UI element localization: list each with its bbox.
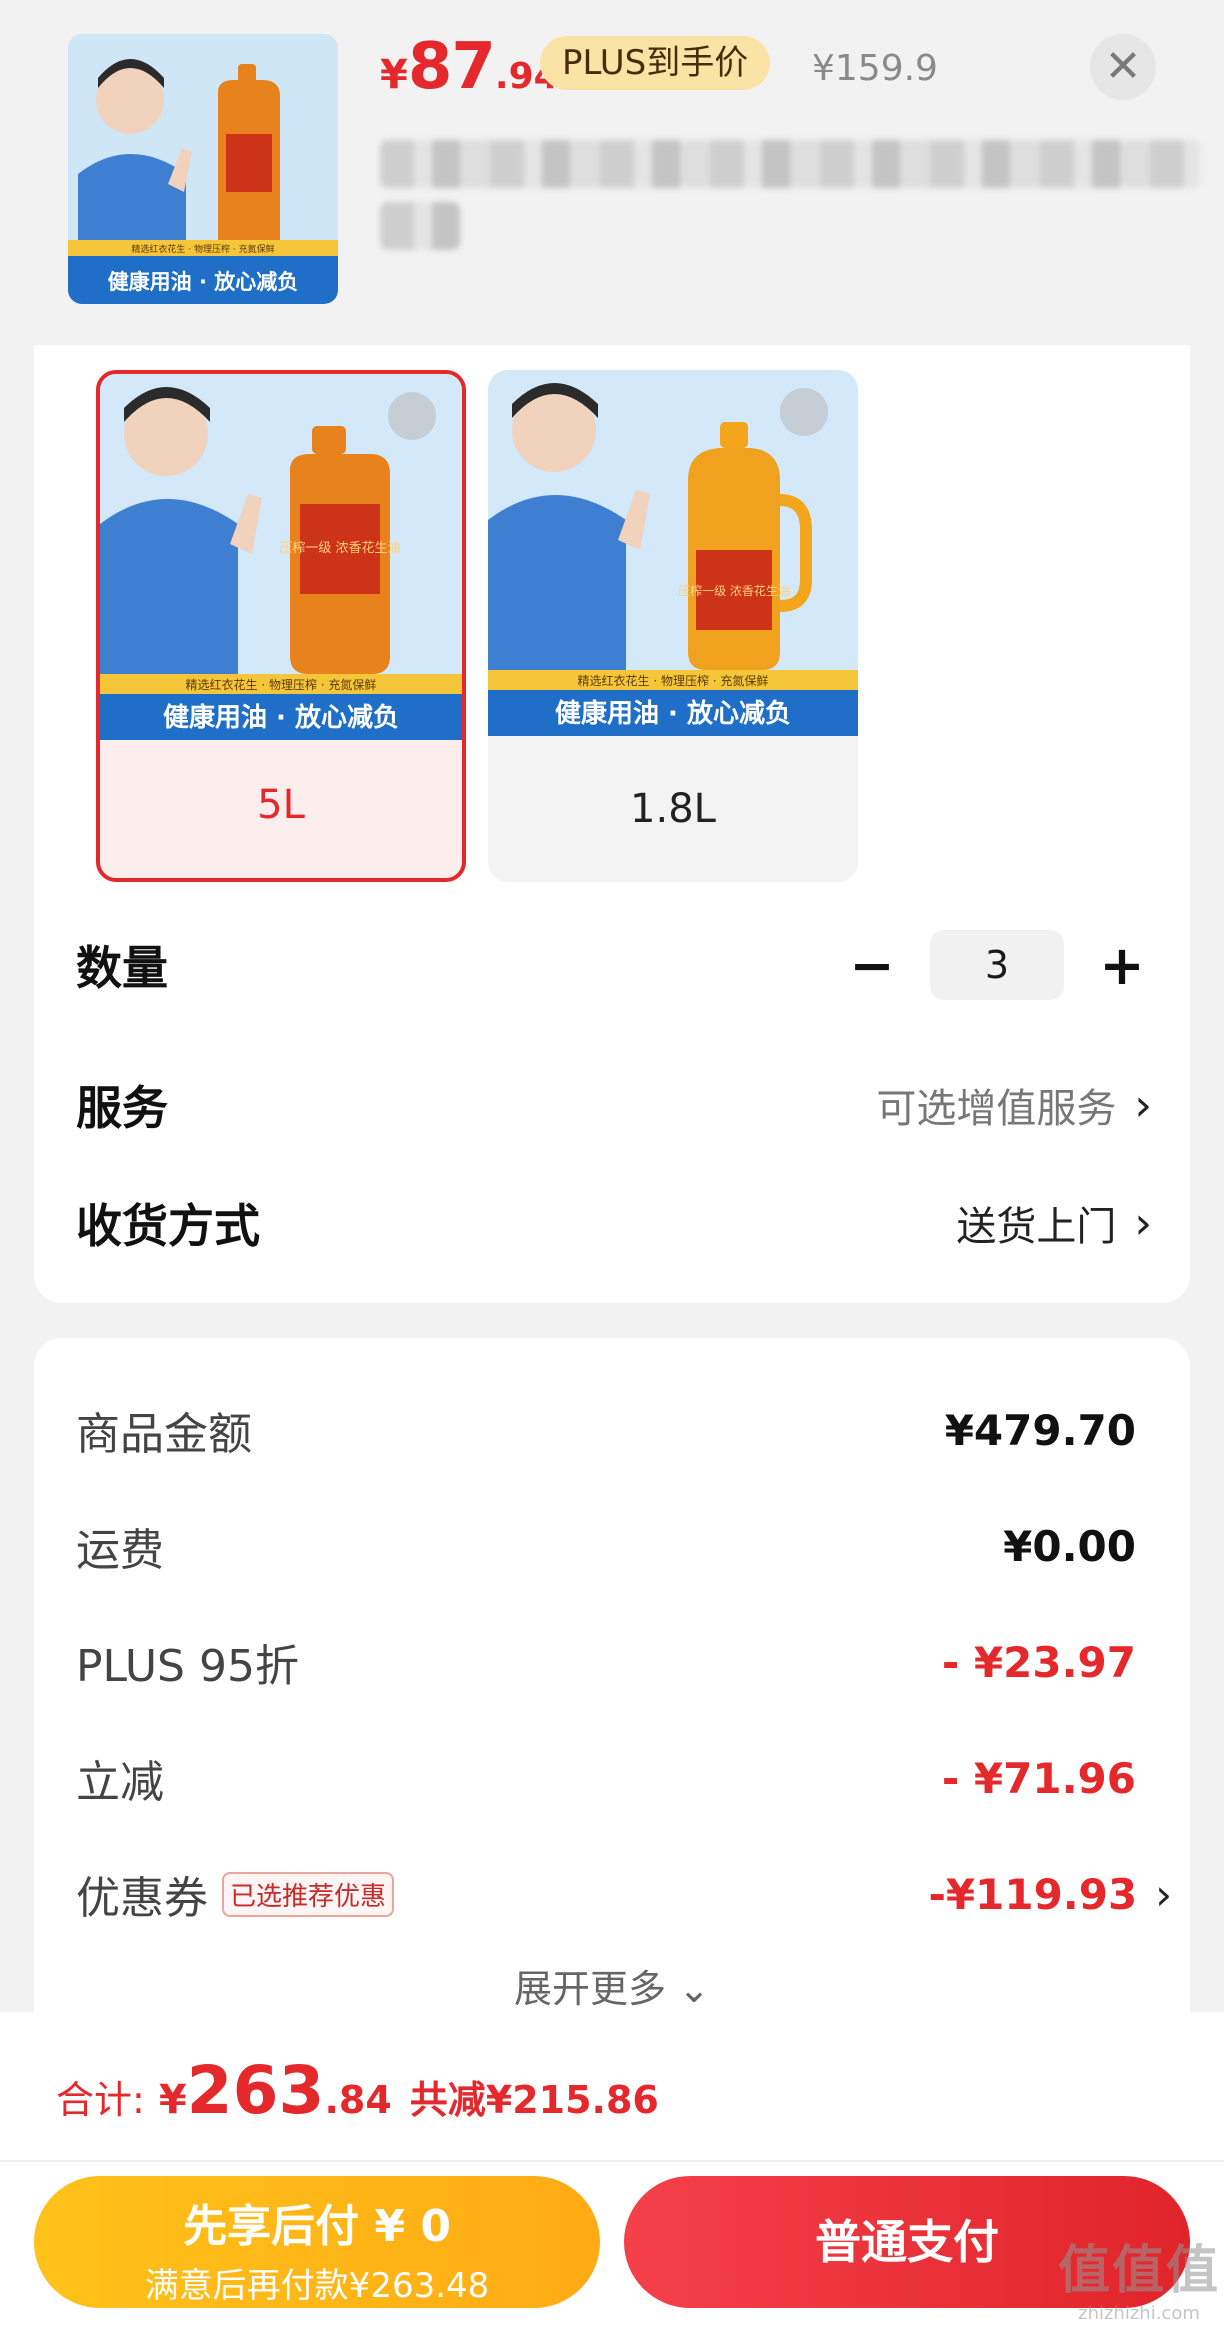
coupon-tag: 已选推荐优惠 — [222, 1871, 395, 1917]
expand-icon[interactable] — [388, 392, 436, 440]
pay-later-title: 先享后付 ¥ 0 — [183, 2201, 451, 2252]
instant-discount-row: 立减 - ¥71.96 — [76, 1746, 1136, 1810]
total-label: 合计: — [56, 2078, 145, 2122]
product-header: 精选红衣花生 · 物理压榨 · 充氮保鲜 健康用油 · 放心减负 ¥ 87 .9… — [0, 0, 1224, 345]
variant-sub-text: 精选红衣花生 · 物理压榨 · 充氮保鲜 — [578, 673, 769, 688]
variant-5l[interactable]: 精选红衣花生 · 物理压榨 · 充氮保鲜 健康用油 · 放心减负 压榨一级 浓香… — [96, 370, 466, 882]
watermark-main: 值值值 — [1058, 2241, 1221, 2301]
plus-discount-row: PLUS 95折 - ¥23.97 — [76, 1630, 1136, 1694]
expand-more-link[interactable]: 展开更多 ⌄ — [34, 1958, 1190, 2013]
total-integer: 263 — [186, 2052, 325, 2129]
chevron-right-icon: › — [1134, 1079, 1152, 1131]
variant-sub-text: 精选红衣花生 · 物理压榨 · 充氮保鲜 — [186, 677, 377, 692]
total-decimal: .84 — [324, 2078, 392, 2122]
coupon-label: 优惠券 — [76, 1873, 208, 1924]
product-title-blurred — [380, 140, 1200, 250]
thumbnail-sub-text: 精选红衣花生 · 物理压榨 · 充氮保鲜 — [131, 243, 274, 255]
current-price: ¥ 87 .94 — [380, 30, 559, 104]
chevron-right-icon: › — [1134, 1197, 1152, 1249]
total-saved: 共减¥215.86 — [409, 2078, 659, 2122]
service-value: 可选增值服务 — [876, 1086, 1117, 1132]
close-icon: ✕ — [1104, 41, 1142, 92]
plus-price-badge: PLUS到手价 — [540, 36, 771, 90]
price-currency: ¥ — [380, 52, 408, 98]
shipping-row: 运费 ¥0.00 — [76, 1514, 1136, 1578]
coupon-row[interactable]: 优惠券 已选推荐优惠 -¥119.93 › — [76, 1862, 1172, 1926]
quantity-stepper: − 3 + — [842, 930, 1152, 1000]
close-button[interactable]: ✕ — [1090, 34, 1156, 100]
quantity-input[interactable]: 3 — [930, 930, 1064, 1000]
delivery-value: 送货上门 — [956, 1204, 1117, 1250]
variant-banner-text: 健康用油 · 放心减负 — [163, 702, 399, 733]
delivery-row[interactable]: 收货方式 送货上门 › — [76, 1190, 1152, 1256]
plus-discount-value: - ¥23.97 — [941, 1637, 1136, 1687]
chevron-right-icon: › — [1155, 1869, 1172, 1919]
goods-amount-row: 商品金额 ¥479.70 — [76, 1398, 1136, 1462]
product-thumbnail: 精选红衣花生 · 物理压榨 · 充氮保鲜 健康用油 · 放心减负 — [68, 34, 338, 304]
expand-icon[interactable] — [780, 388, 828, 436]
instant-discount-value: - ¥71.96 — [941, 1753, 1136, 1803]
thumbnail-banner-text: 健康用油 · 放心减负 — [108, 270, 299, 294]
bottle-label: 压榨一级 浓香花生油 — [279, 540, 400, 556]
payment-bar: 先享后付 ¥ 0 满意后再付款¥263.48 普通支付 — [0, 2162, 1224, 2325]
variant-banner-text: 健康用油 · 放心减负 — [555, 698, 791, 729]
delivery-label: 收货方式 — [76, 1199, 260, 1253]
site-watermark: 值值值 zhizhizhi.com — [1058, 2228, 1220, 2324]
coupon-value: -¥119.93 — [928, 1869, 1138, 1919]
variant-1-8l[interactable]: 精选红衣花生 · 物理压榨 · 充氮保鲜 健康用油 · 放心减负 压榨一级 浓香… — [488, 370, 858, 882]
watermark-sub: zhizhizhi.com — [1078, 2303, 1200, 2324]
shipping-value: ¥0.00 — [1003, 1521, 1136, 1571]
decrease-button[interactable]: − — [842, 934, 902, 997]
variant-label: 5L — [257, 782, 305, 828]
instant-discount-label: 立减 — [76, 1757, 164, 1808]
fee-breakdown-card: 商品金额 ¥479.70 运费 ¥0.00 PLUS 95折 - ¥23.97 … — [34, 1338, 1190, 2018]
quantity-row: 数量 − 3 + — [76, 930, 1152, 1000]
service-label: 服务 — [76, 1081, 168, 1135]
original-price: ¥159.9 — [812, 48, 938, 89]
plus-discount-label: PLUS 95折 — [76, 1641, 299, 1692]
goods-amount-label: 商品金额 — [76, 1409, 252, 1460]
increase-button[interactable]: + — [1092, 934, 1152, 997]
quantity-label: 数量 — [76, 941, 168, 995]
shipping-label: 运费 — [76, 1525, 164, 1576]
price-integer: 87 — [407, 30, 496, 104]
pay-later-subtitle: 满意后再付款¥263.48 — [144, 2266, 490, 2306]
bottle-label: 压榨一级 浓香花生油 — [678, 583, 790, 598]
variant-image: 精选红衣花生 · 物理压榨 · 充氮保鲜 健康用油 · 放心减负 压榨一级 浓香… — [488, 370, 858, 736]
service-row[interactable]: 服务 可选增值服务 › — [76, 1072, 1152, 1138]
pay-later-button[interactable]: 先享后付 ¥ 0 满意后再付款¥263.48 — [34, 2176, 600, 2308]
goods-amount-value: ¥479.70 — [944, 1405, 1136, 1455]
order-total: 合计: ¥ 263 .84 共减¥215.86 — [56, 2052, 659, 2129]
total-bar: 合计: ¥ 263 .84 共减¥215.86 — [0, 2012, 1224, 2162]
product-thumbnail-image: 精选红衣花生 · 物理压榨 · 充氮保鲜 健康用油 · 放心减负 — [68, 34, 338, 304]
total-currency: ¥ — [158, 2077, 187, 2123]
variant-label: 1.8L — [630, 786, 716, 832]
variant-image: 精选红衣花生 · 物理压榨 · 充氮保鲜 健康用油 · 放心减负 压榨一级 浓香… — [100, 374, 462, 740]
